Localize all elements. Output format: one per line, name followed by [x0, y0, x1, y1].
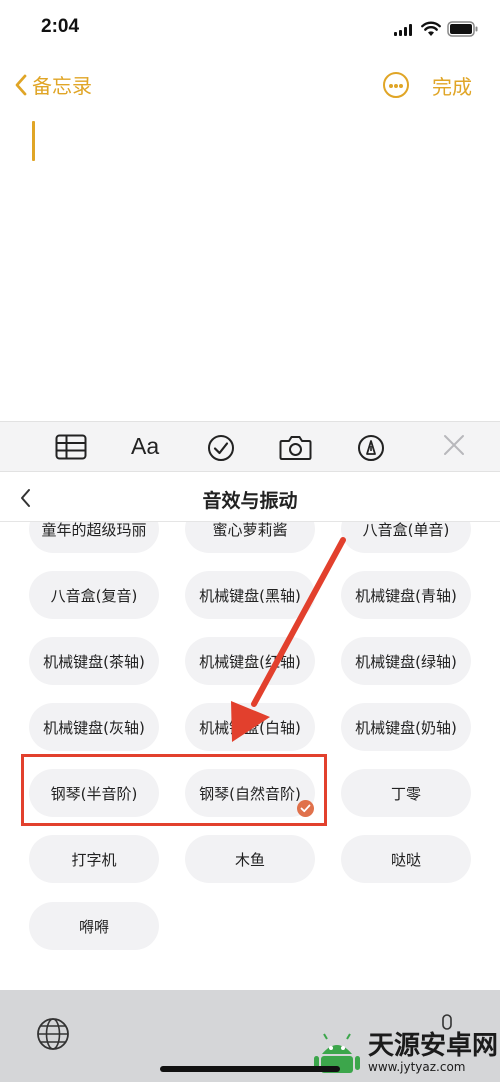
sound-chip[interactable]: 机械键盘(红轴): [185, 637, 315, 685]
markup-pen-icon[interactable]: [357, 434, 385, 462]
watermark-url: www.jytyaz.com: [368, 1060, 466, 1074]
sound-chip[interactable]: 机械键盘(灰轴): [29, 703, 159, 751]
sound-chip[interactable]: 木鱼: [185, 835, 315, 883]
close-icon[interactable]: [443, 434, 465, 456]
status-time: 2:04: [41, 16, 80, 37]
sound-chip[interactable]: 八音盒(复音): [29, 571, 159, 619]
sound-chip[interactable]: 机械键盘(茶轴): [29, 637, 159, 685]
back-button[interactable]: 备忘录: [14, 70, 92, 99]
text-cursor[interactable]: [32, 121, 35, 161]
back-label: 备忘录: [32, 74, 92, 98]
wifi-icon: [421, 21, 441, 36]
sound-chip[interactable]: 童年的超级玛丽: [29, 522, 159, 553]
checklist-icon[interactable]: [207, 434, 235, 462]
sound-chip[interactable]: 打字机: [29, 835, 159, 883]
sound-chip[interactable]: 哒哒: [341, 835, 471, 883]
table-icon[interactable]: [55, 434, 87, 460]
battery-icon: [447, 21, 478, 37]
highlight-box: [21, 754, 327, 826]
more-button[interactable]: [383, 72, 409, 98]
chevron-left-icon: [15, 74, 27, 95]
camera-icon[interactable]: [279, 434, 312, 461]
watermark-brand: 天源安卓网: [368, 1031, 499, 1061]
sound-chip[interactable]: 丁零: [341, 769, 471, 817]
more-icon-dot: [394, 84, 398, 88]
text-format-button[interactable]: Aa: [131, 433, 159, 460]
sound-chip[interactable]: 机械键盘(黑轴): [185, 571, 315, 619]
panel-title: 音效与振动: [202, 490, 298, 512]
sound-chip[interactable]: 蜜心萝莉酱: [185, 522, 315, 553]
more-icon-dot: [399, 84, 403, 88]
done-button[interactable]: 完成: [432, 71, 472, 100]
formatting-toolbar: Aa: [0, 421, 500, 472]
home-indicator[interactable]: [160, 1066, 340, 1072]
more-icon-dot: [389, 84, 393, 88]
sound-chip[interactable]: 八音盒(单音): [341, 522, 471, 553]
sound-chip[interactable]: 嘚嘚: [29, 902, 159, 950]
sound-chip[interactable]: 机械键盘(白轴): [185, 703, 315, 751]
sound-chip[interactable]: 机械键盘(奶轴): [341, 703, 471, 751]
globe-icon[interactable]: [36, 1017, 70, 1051]
sound-chip[interactable]: 机械键盘(青轴): [341, 571, 471, 619]
cellular-signal-icon: [394, 24, 412, 36]
sound-chip[interactable]: 机械键盘(绿轴): [341, 637, 471, 685]
